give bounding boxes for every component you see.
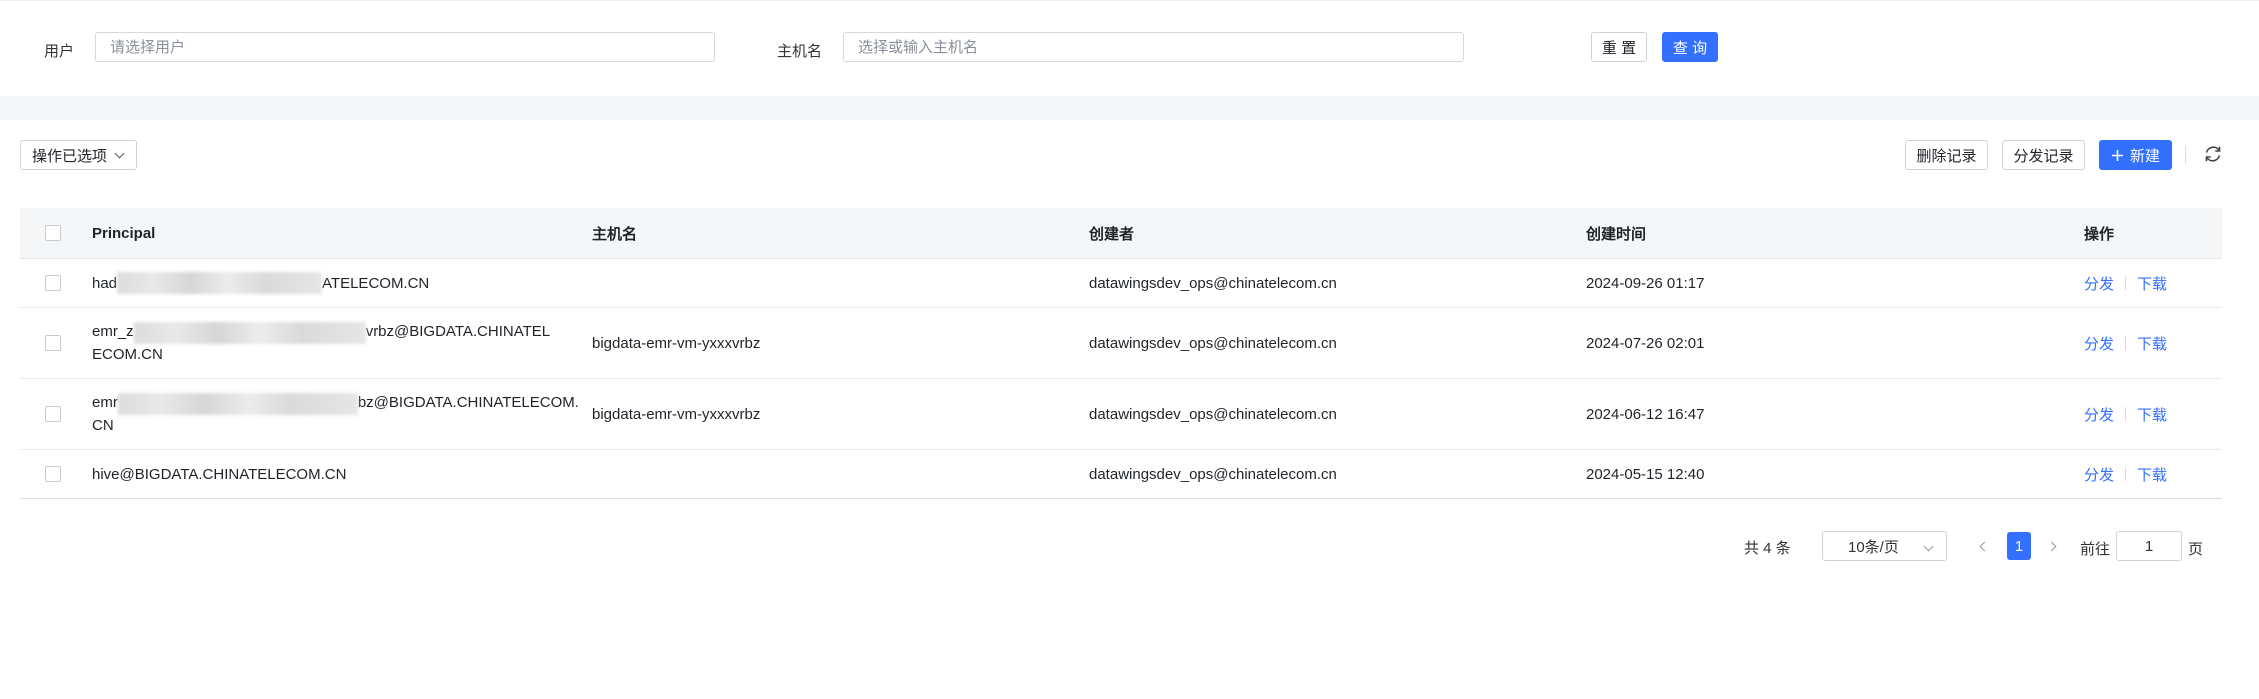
created-time-cell: 2024-06-12 16:47 [1586,405,1705,423]
created-time-cell: 2024-09-26 01:17 [1586,274,1705,292]
principal-cell: emr bz@BIGDATA.CHINATELECOM. CN [92,379,592,449]
chevron-right-icon [2046,541,2057,551]
table-header: Principal 主机名 创建者 创建时间 操作 [20,208,2222,259]
row-checkbox[interactable] [45,335,61,351]
bulk-action-label: 操作已选项 [32,147,108,165]
distribute-records-button[interactable]: 分发记录 [2002,140,2085,170]
creator-cell: datawingsdev_ops@chinatelecom.cn [1089,274,1337,292]
link-separator [2125,336,2127,350]
goto-prefix-label: 前往 [2080,541,2111,558]
new-button[interactable]: 新建 [2099,140,2172,170]
query-button[interactable]: 查 询 [1662,32,1718,62]
new-button-label: 新建 [2129,147,2160,165]
redaction-blur [117,272,323,294]
principal-suffix: vrbz@BIGDATA.CHINATEL [365,323,551,341]
hostname-cell: bigdata-emr-vm-yxxxvrbz [592,334,761,352]
redaction-blur [117,392,358,415]
chevron-down-icon [1923,541,1934,552]
principal-line-2: ECOM.CN [92,345,163,363]
column-header-actions: 操作 [2084,225,2115,243]
page-number-current[interactable]: 1 [2007,532,2031,560]
hostname-input[interactable] [843,32,1464,62]
filter-bar: 用户 主机名 重 置 查 询 [0,0,2259,96]
creator-cell: datawingsdev_ops@chinatelecom.cn [1089,334,1337,352]
principal-suffix: bz@BIGDATA.CHINATELECOM. [357,394,579,412]
page-size-label: 10条/页 [1848,538,1899,556]
bulk-action-dropdown[interactable]: 操作已选项 [20,140,137,170]
link-separator [2125,467,2127,481]
principal-cell: hive@BIGDATA.CHINATELECOM.CN [92,465,347,483]
principal-prefix: had [92,274,118,292]
principal-table: Principal 主机名 创建者 创建时间 操作 had ATELECOM.CN… [20,208,2222,499]
link-separator [2125,276,2127,290]
goto-page-input[interactable] [2116,531,2182,561]
prev-page-button[interactable] [1971,533,1995,559]
plus-icon [2111,149,2123,161]
select-all-checkbox[interactable] [45,225,61,241]
creator-cell: datawingsdev_ops@chinatelecom.cn [1089,405,1337,423]
hostname-cell: bigdata-emr-vm-yxxxvrbz [592,405,761,423]
refresh-icon[interactable] [2202,143,2224,165]
actions-cell: 分发 下载 [2084,379,2167,449]
column-header-creator: 创建者 [1089,225,1135,243]
total-count: 共 4 条 [1744,540,1791,557]
actions-cell: 分发 下载 [2084,450,2167,498]
principal-cell: emr_z vrbz@BIGDATA.CHINATEL ECOM.CN [92,308,592,378]
column-header-principal: Principal [92,224,156,242]
delete-records-button[interactable]: 删除记录 [1905,140,1988,170]
chevron-left-icon [1979,541,1990,551]
principal-prefix: emr [92,394,118,412]
user-filter-label: 用户 [44,43,75,60]
distribute-link[interactable]: 分发 [2084,273,2114,294]
page-size-select[interactable]: 10条/页 [1822,531,1947,561]
actions-cell: 分发 下载 [2084,259,2167,307]
chevron-down-icon [114,148,125,158]
row-checkbox[interactable] [45,275,61,291]
redaction-blur [133,321,366,344]
creator-cell: datawingsdev_ops@chinatelecom.cn [1089,465,1337,483]
row-checkbox[interactable] [45,406,61,422]
actions-cell: 分发 下载 [2084,308,2167,378]
user-select-input[interactable] [95,32,715,62]
table-row: hive@BIGDATA.CHINATELECOM.CN datawingsde… [20,450,2222,499]
download-link[interactable]: 下载 [2137,464,2167,485]
column-header-hostname: 主机名 [592,225,638,243]
distribute-link[interactable]: 分发 [2084,404,2114,425]
created-time-cell: 2024-07-26 02:01 [1586,334,1705,352]
table-row: emr bz@BIGDATA.CHINATELECOM. CN bigdata-e… [20,379,2222,450]
goto-suffix-label: 页 [2188,541,2204,558]
distribute-link[interactable]: 分发 [2084,464,2114,485]
distribute-link[interactable]: 分发 [2084,333,2114,354]
row-checkbox[interactable] [45,466,61,482]
created-time-cell: 2024-05-15 12:40 [1586,465,1705,483]
host-filter-label: 主机名 [777,43,823,60]
table-row: emr_z vrbz@BIGDATA.CHINATEL ECOM.CN bigda… [20,308,2222,379]
principal-cell: had ATELECOM.CN [92,259,592,307]
toolbar-divider [2185,146,2186,164]
reset-button[interactable]: 重 置 [1591,32,1647,62]
principal-prefix: emr_z [92,323,134,341]
table-row: had ATELECOM.CN datawingsdev_ops@chinatel… [20,259,2222,308]
section-divider-band [0,96,2259,120]
link-separator [2125,407,2127,421]
download-link[interactable]: 下载 [2137,404,2167,425]
download-link[interactable]: 下载 [2137,333,2167,354]
principal-suffix: ATELECOM.CN [322,274,430,292]
principal-line-2: CN [92,416,114,434]
next-page-button[interactable] [2041,533,2065,559]
column-header-created-time: 创建时间 [1586,225,1647,243]
download-link[interactable]: 下载 [2137,273,2167,294]
